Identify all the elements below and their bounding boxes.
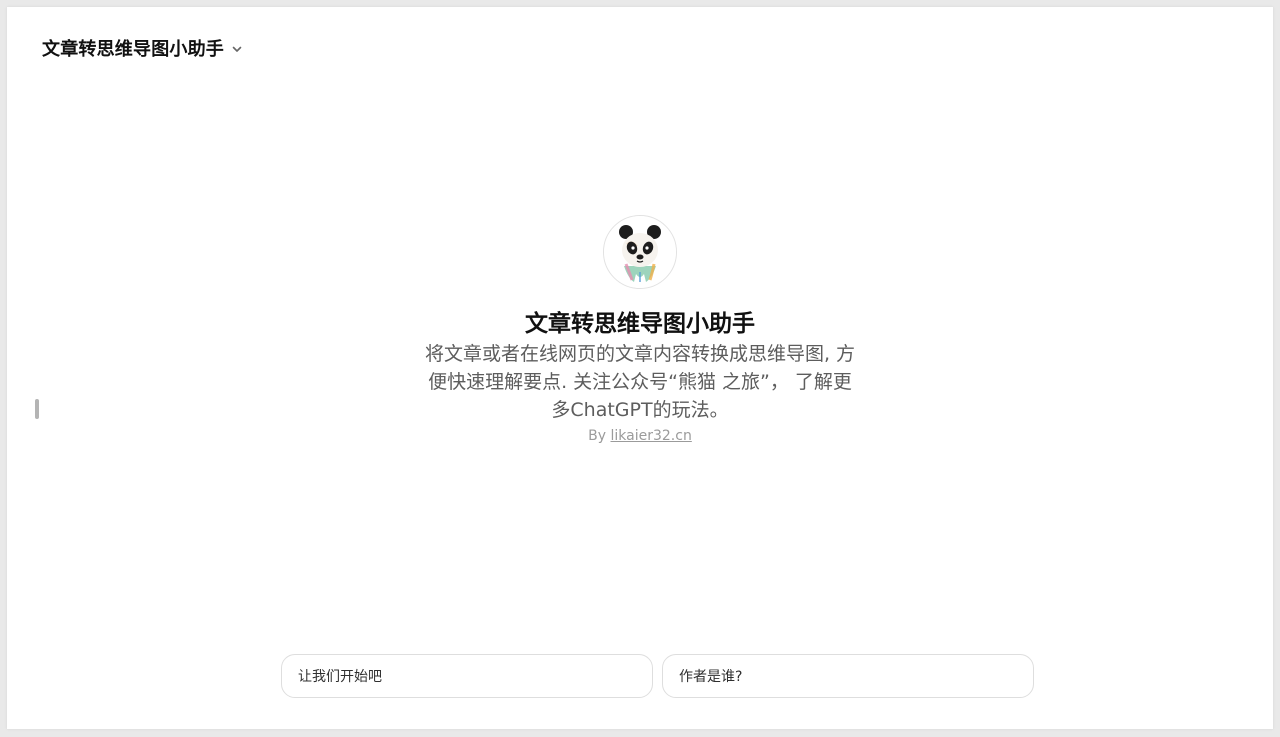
starter-button-who-is-author[interactable]: 作者是谁? <box>662 654 1034 698</box>
conversation-starters: 让我们开始吧 作者是谁? <box>281 654 1034 698</box>
panda-avatar-icon <box>603 215 677 289</box>
gpt-description: 将文章或者在线网页的文章内容转换成思维导图, 方便快速理解要点. 关注公众号“熊… <box>424 343 856 421</box>
gpt-name-label: 文章转思维导图小助手 <box>42 39 224 60</box>
starter-label: 让我们开始吧 <box>298 669 382 685</box>
chevron-down-icon <box>230 42 244 56</box>
gpt-selector-dropdown[interactable]: 文章转思维导图小助手 <box>40 33 246 63</box>
chat-window: 文章转思维导图小助手 文章转思维导图小助手 将文章或者在线网页的文章内容转换成思… <box>7 7 1273 729</box>
by-label: By <box>588 428 607 444</box>
gpt-title: 文章转思维导图小助手 <box>525 311 755 337</box>
starter-button-lets-start[interactable]: 让我们开始吧 <box>281 654 653 698</box>
gpt-intro: 文章转思维导图小助手 将文章或者在线网页的文章内容转换成思维导图, 方便快速理解… <box>7 215 1273 444</box>
author-byline: By likaier32.cn <box>588 428 692 444</box>
starter-label: 作者是谁? <box>679 669 743 685</box>
author-link[interactable]: likaier32.cn <box>611 428 692 444</box>
